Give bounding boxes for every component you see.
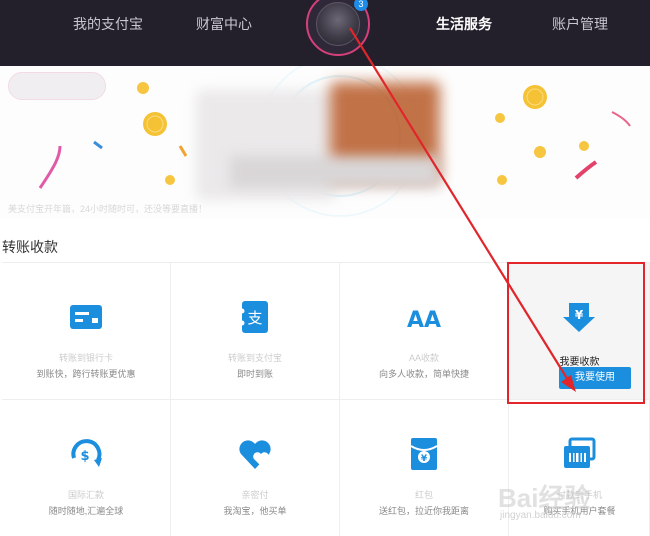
svg-text:¥: ¥	[421, 454, 428, 464]
svg-text:¥: ¥	[575, 308, 584, 322]
pay-phone-icon	[564, 437, 596, 468]
card-title: 我要收款	[559, 357, 600, 368]
card-desc: 随时随地,汇遍全球	[48, 506, 124, 516]
banner-blurred-caption	[230, 156, 440, 188]
card-desc: 到账快，跨行转账更优惠	[36, 369, 136, 379]
nav-my-alipay[interactable]: 我的支付宝	[73, 14, 143, 34]
card-alipay-transfer[interactable]: 支 转账到支付宝 即时到账	[171, 263, 340, 400]
banner-tag	[8, 72, 106, 100]
card-desc: 送红包，拉近你我距离	[378, 506, 469, 516]
card-pay-phone[interactable]: 付款到手机 购买手机用户套餐	[509, 400, 650, 536]
nav-life-services[interactable]: 生活服务	[436, 14, 492, 34]
bank-card-icon	[70, 305, 102, 329]
card-red-packet[interactable]: ¥ 红包 送红包，拉近你我距离	[340, 400, 509, 536]
card-title: 红包	[414, 490, 433, 500]
receive-money-icon: ¥	[563, 303, 595, 332]
card-global-remit[interactable]: $ 国际汇款 随时随地,汇遍全球	[2, 400, 171, 536]
nav-wealth-center[interactable]: 财富中心	[196, 14, 252, 34]
card-title: 转账到银行卡	[58, 353, 113, 363]
card-title: 付款到手机	[556, 490, 602, 500]
nav-account-management[interactable]: 账户管理	[552, 14, 608, 34]
svg-text:AA: AA	[407, 308, 441, 333]
card-aa-collect[interactable]: AA AA收款 向多人收款，简单快捷	[340, 263, 509, 400]
svg-text:支: 支	[247, 309, 262, 327]
card-title: 国际汇款	[67, 490, 104, 500]
card-title: AA收款	[408, 353, 439, 363]
global-remit-icon: $	[71, 439, 102, 467]
intimate-pay-icon	[239, 440, 271, 469]
aa-collect-icon: AA	[407, 308, 441, 333]
card-desc: 即时到账	[236, 369, 273, 379]
card-title: 亲密付	[241, 490, 269, 500]
card-title: 转账到支付宝	[227, 353, 282, 363]
section-title: 转账收款	[2, 239, 58, 255]
card-desc: 我淘宝，他买单	[223, 506, 287, 516]
card-desc: 向多人收款，简单快捷	[378, 369, 469, 379]
banner-note: 美支付宝开年篇，24小时随时可，还没等要直播！	[8, 204, 208, 214]
user-avatar-icon	[316, 2, 360, 46]
promo-banner[interactable]: 美支付宝开年篇，24小时随时可，还没等要直播！	[0, 66, 650, 218]
use-button[interactable]: 我要使用	[559, 367, 631, 389]
alipay-transfer-icon: 支	[239, 301, 268, 333]
top-nav: 我的支付宝 财富中心 3 生活服务 账户管理	[0, 0, 650, 66]
card-bank-transfer[interactable]: 转账到银行卡 到账快，跨行转账更优惠	[2, 263, 171, 400]
card-intimate-pay[interactable]: 亲密付 我淘宝，他买单	[171, 400, 340, 536]
transfer-services-grid: 转账到银行卡 到账快，跨行转账更优惠 支 转账到支付宝 即时到账 AA AA收款…	[2, 262, 650, 536]
card-desc: 购买手机用户套餐	[543, 506, 616, 516]
card-receive-money[interactable]: ¥ 我要收款 我要使用	[509, 263, 650, 400]
red-packet-icon: ¥	[410, 438, 438, 470]
svg-text:$: $	[80, 449, 89, 464]
